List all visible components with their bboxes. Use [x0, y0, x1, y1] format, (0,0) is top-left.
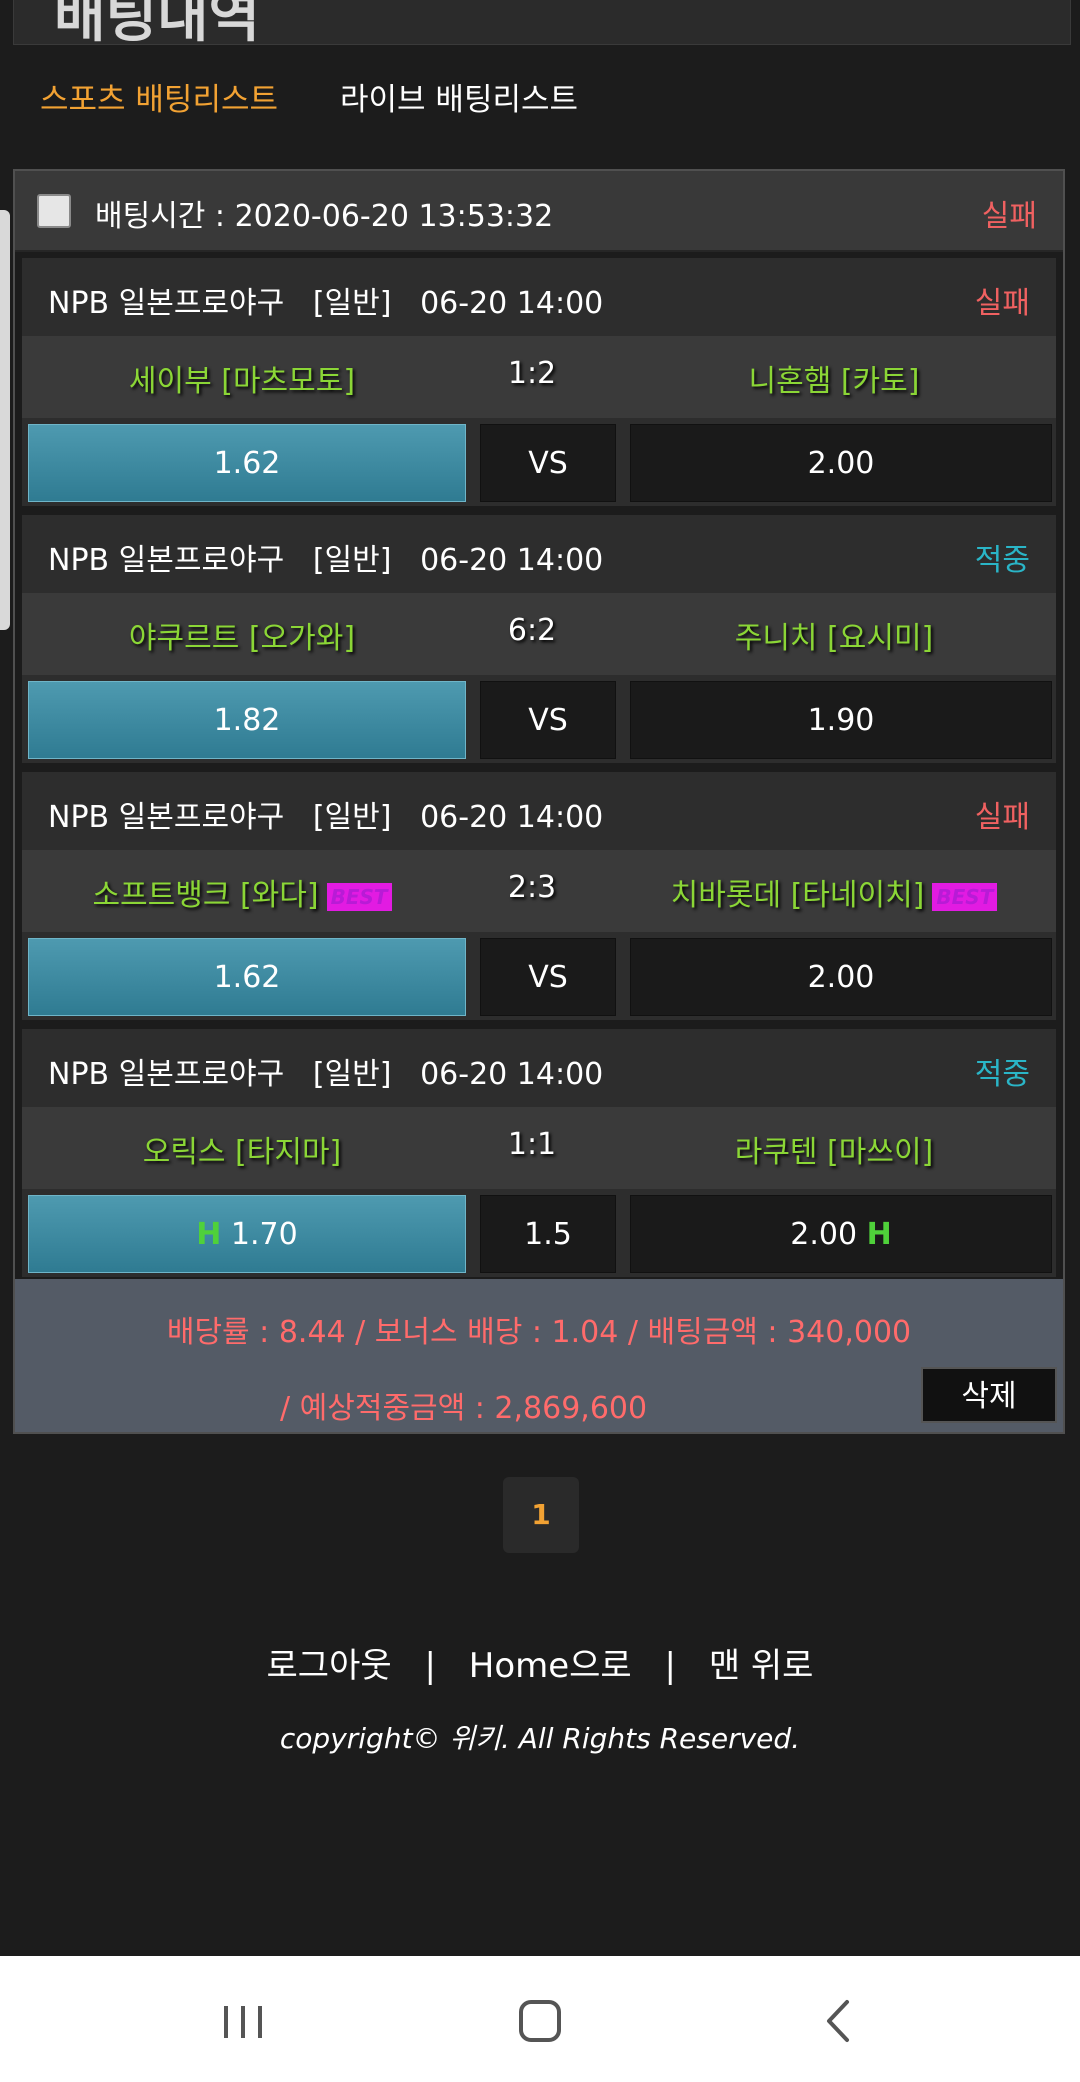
footer-separator: | [664, 1646, 676, 1686]
tab-sports-betting-list[interactable]: 스포츠 배팅리스트 [40, 78, 278, 122]
home-team: 오릭스 [타지마] [22, 1127, 462, 1171]
copyright-text: copyright© 위키. All Rights Reserved. [279, 1722, 801, 1755]
delete-button[interactable]: 삭제 [921, 1367, 1057, 1423]
game-score: 6:2 [507, 613, 557, 648]
handicap-h-icon: H [196, 1217, 222, 1252]
game-league-info: NPB 일본프로야구 [일반] 06-20 14:00 [48, 543, 604, 578]
bet-summary: 배당률 : 8.44 / 보너스 배당 : 1.04 / 배팅금액 : 340,… [15, 1279, 1063, 1432]
top-title-bar: 배팅내역 [13, 0, 1071, 45]
game-league-info: NPB 일본프로야구 [일반] 06-20 14:00 [48, 1057, 604, 1092]
draw-vs-button[interactable]: VS [480, 424, 616, 502]
footer-separator: | [424, 1646, 436, 1686]
away-odds-button[interactable]: 2.00 [630, 938, 1052, 1016]
away-team: 라쿠텐 [마쓰이] [612, 1127, 1056, 1171]
home-odds-value: 1.70 [230, 1217, 298, 1252]
home-odds-button[interactable]: H 1.70 [28, 1195, 466, 1273]
bet-header: 배팅시간 : 2020-06-20 13:53:32 실패 [15, 171, 1063, 252]
best-badge: BEST [326, 882, 392, 911]
home-team: 세이부 [마츠모토] [22, 356, 462, 400]
summary-expected-win: / 예상적중금액 : 2,869,600 [280, 1391, 648, 1426]
recent-apps-icon[interactable] [208, 1986, 278, 2056]
bet-time: 배팅시간 : 2020-06-20 13:53:32 [95, 199, 554, 234]
away-odds-button[interactable]: 2.00 [630, 424, 1052, 502]
edge-panel-handle[interactable] [0, 210, 10, 630]
away-team-name: 니혼햄 [카토] [748, 364, 920, 399]
home-team: 야쿠르트 [오가와] [22, 613, 462, 657]
best-badge: BEST [932, 882, 998, 911]
game-league-info: NPB 일본프로야구 [일반] 06-20 14:00 [48, 286, 604, 321]
away-odds-value: 2.00 [790, 1217, 858, 1252]
logout-link[interactable]: 로그아웃 [267, 1646, 392, 1686]
pagination-page-1[interactable]: 1 [503, 1477, 579, 1553]
footer-links: 로그아웃 | Home으로 | 맨 위로 [0, 1638, 1080, 1687]
home-team: 소프트뱅크 [와다] BEST [22, 870, 462, 914]
away-odds-button[interactable]: 1.90 [630, 681, 1052, 759]
back-to-top-link[interactable]: 맨 위로 [709, 1646, 814, 1686]
page-title: 배팅내역 [54, 0, 261, 45]
draw-vs-button[interactable]: VS [480, 938, 616, 1016]
away-team-name: 주니치 [요시미] [734, 621, 934, 656]
game-league-info: NPB 일본프로야구 [일반] 06-20 14:00 [48, 800, 604, 835]
home-link[interactable]: Home으로 [469, 1646, 632, 1686]
away-team: 치바롯데 [타네이치] BEST [612, 870, 1056, 914]
game-result-status: 적중 [974, 543, 1030, 578]
away-odds-button[interactable]: 2.00 H [630, 1195, 1052, 1273]
draw-vs-button[interactable]: VS [480, 681, 616, 759]
game-score: 1:2 [507, 356, 557, 391]
android-nav-bar [0, 1956, 1080, 2082]
away-team: 니혼햄 [카토] [612, 356, 1056, 400]
game-result-status: 실패 [974, 800, 1030, 835]
away-team-name: 치바롯데 [타네이치] [670, 878, 925, 913]
home-odds-button[interactable]: 1.82 [28, 681, 466, 759]
home-team-name: 소프트뱅크 [와다] [92, 878, 319, 913]
tab-live-betting-list[interactable]: 라이브 배팅리스트 [340, 78, 578, 122]
back-icon[interactable] [803, 1986, 873, 2056]
bet-slip-card: 배팅시간 : 2020-06-20 13:53:32 실패 NPB 일본프로야구… [13, 169, 1065, 1434]
away-team-name: 라쿠텐 [마쓰이] [734, 1135, 934, 1170]
home-odds-button[interactable]: 1.62 [28, 424, 466, 502]
bet-select-checkbox[interactable] [37, 194, 71, 228]
game-score: 1:1 [507, 1127, 557, 1162]
home-team-name: 야쿠르트 [오가와] [128, 621, 356, 656]
game-score: 2:3 [507, 870, 557, 905]
summary-odds-amount: 배당률 : 8.44 / 보너스 배당 : 1.04 / 배팅금액 : 340,… [166, 1315, 912, 1350]
home-team-name: 세이부 [마츠모토] [128, 364, 356, 399]
away-team: 주니치 [요시미] [612, 613, 1056, 657]
game-result-status: 적중 [974, 1057, 1030, 1092]
betting-tabs: 스포츠 배팅리스트 라이브 배팅리스트 [40, 78, 578, 122]
handicap-value-button[interactable]: 1.5 [480, 1195, 616, 1273]
game-result-status: 실패 [974, 286, 1030, 321]
home-icon[interactable] [505, 1986, 575, 2056]
bet-result-status: 실패 [981, 199, 1037, 234]
home-odds-button[interactable]: 1.62 [28, 938, 466, 1016]
handicap-h-icon: H [866, 1217, 892, 1252]
home-team-name: 오릭스 [타지마] [142, 1135, 342, 1170]
